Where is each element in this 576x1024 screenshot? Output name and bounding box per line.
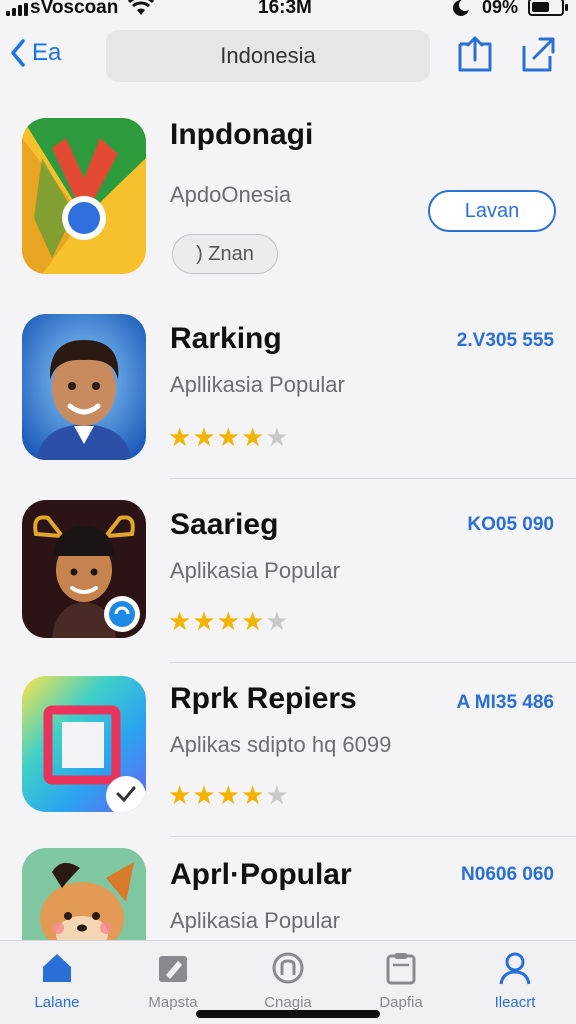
edit-icon — [159, 956, 187, 982]
battery-icon — [528, 0, 568, 16]
status-bar: sVoscoan 16:3M 09% — [0, 0, 576, 20]
app-price: N0606 060 — [461, 864, 554, 885]
signal-icon — [6, 3, 28, 16]
tab-label: Mapsta — [148, 994, 198, 1011]
person-icon — [499, 952, 531, 985]
star-filled-icon: ★ — [192, 780, 216, 810]
games-icon — [272, 952, 304, 984]
tab-account[interactable]: Ileacrt — [470, 951, 560, 1011]
divider — [170, 662, 576, 663]
star-filled-icon: ★ — [240, 780, 265, 810]
app-subtitle: Aplikas sdipto hq 6099 — [170, 732, 392, 757]
star-filled-icon: ★ — [192, 606, 216, 636]
carrier-name: sVoscoan — [30, 0, 119, 18]
app-price: KO05 090 — [467, 514, 554, 535]
tab-label: Dapfia — [379, 994, 423, 1011]
star-filled-icon: ★ — [168, 422, 192, 452]
star-filled-icon: ★ — [240, 422, 265, 452]
app-title: Rprk Repiers — [170, 682, 357, 715]
man-avatar-icon — [22, 314, 146, 460]
star-filled-icon: ★ — [168, 780, 192, 810]
navigation-bar: Ea Indonesia — [0, 24, 576, 90]
tab-dapfia[interactable]: Dapfia — [356, 951, 446, 1011]
clock: 16:3M — [258, 0, 312, 18]
search-title: Indonesia — [220, 43, 316, 68]
chrome-logo-icon — [22, 118, 146, 274]
bookmark-share-icon[interactable] — [456, 34, 494, 74]
character-avatar-icon — [22, 500, 146, 638]
star-filled-icon: ★ — [216, 606, 240, 636]
star-rating: ★ ★ ★ ★ ★ — [168, 608, 289, 634]
star-filled-icon: ★ — [168, 606, 192, 636]
tab-games[interactable]: Cnagia — [243, 951, 333, 1011]
gradient-frame-icon — [22, 676, 146, 812]
star-filled-icon: ★ — [216, 422, 240, 452]
home-icon — [43, 954, 71, 982]
tab-label: Cnagia — [264, 994, 312, 1011]
tag-pill[interactable]: ) Znan — [172, 234, 278, 274]
tab-home[interactable]: Lalane — [12, 951, 102, 1011]
app-subtitle: Aplikasia Popular — [170, 908, 340, 933]
divider — [170, 836, 576, 837]
get-button[interactable]: Lavan — [428, 190, 556, 232]
app-title: Saarieg — [170, 508, 279, 541]
app-title: Inpdonagi — [170, 118, 314, 151]
share-icon[interactable] — [520, 34, 558, 74]
tab-label: Ileacrt — [494, 994, 536, 1011]
app-subtitle: ApdoOnesia — [170, 182, 292, 207]
app-price: A MI35 486 — [456, 692, 554, 713]
back-button[interactable]: Ea — [10, 38, 61, 68]
battery-percent: 09% — [482, 0, 519, 17]
app-title: Rarking — [170, 322, 282, 355]
star-empty-icon: ★ — [265, 606, 289, 636]
app-price: 2.V305 555 — [456, 330, 554, 351]
search-title-field[interactable]: Indonesia — [106, 30, 430, 82]
wifi-icon — [128, 0, 154, 15]
star-rating: ★ ★ ★ ★ ★ — [168, 424, 289, 450]
home-indicator — [196, 1010, 380, 1018]
clipboard-icon — [386, 953, 416, 985]
star-filled-icon: ★ — [192, 422, 216, 452]
star-empty-icon: ★ — [265, 780, 289, 810]
star-filled-icon: ★ — [240, 606, 265, 636]
app-title: Aprl·Popular — [170, 858, 352, 891]
tab-mapsta[interactable]: Mapsta — [128, 951, 218, 1011]
back-label: Ea — [32, 39, 62, 66]
app-subtitle: Aplikasia Popular — [170, 558, 340, 583]
star-rating: ★ ★ ★ ★ ★ — [168, 782, 289, 808]
app-subtitle: Apllikasia Popular — [170, 372, 345, 397]
divider — [170, 478, 576, 479]
star-filled-icon: ★ — [216, 780, 240, 810]
do-not-disturb-icon — [453, 0, 471, 16]
star-empty-icon: ★ — [265, 422, 289, 452]
tab-label: Lalane — [34, 994, 80, 1011]
chevron-left-icon — [11, 39, 25, 67]
